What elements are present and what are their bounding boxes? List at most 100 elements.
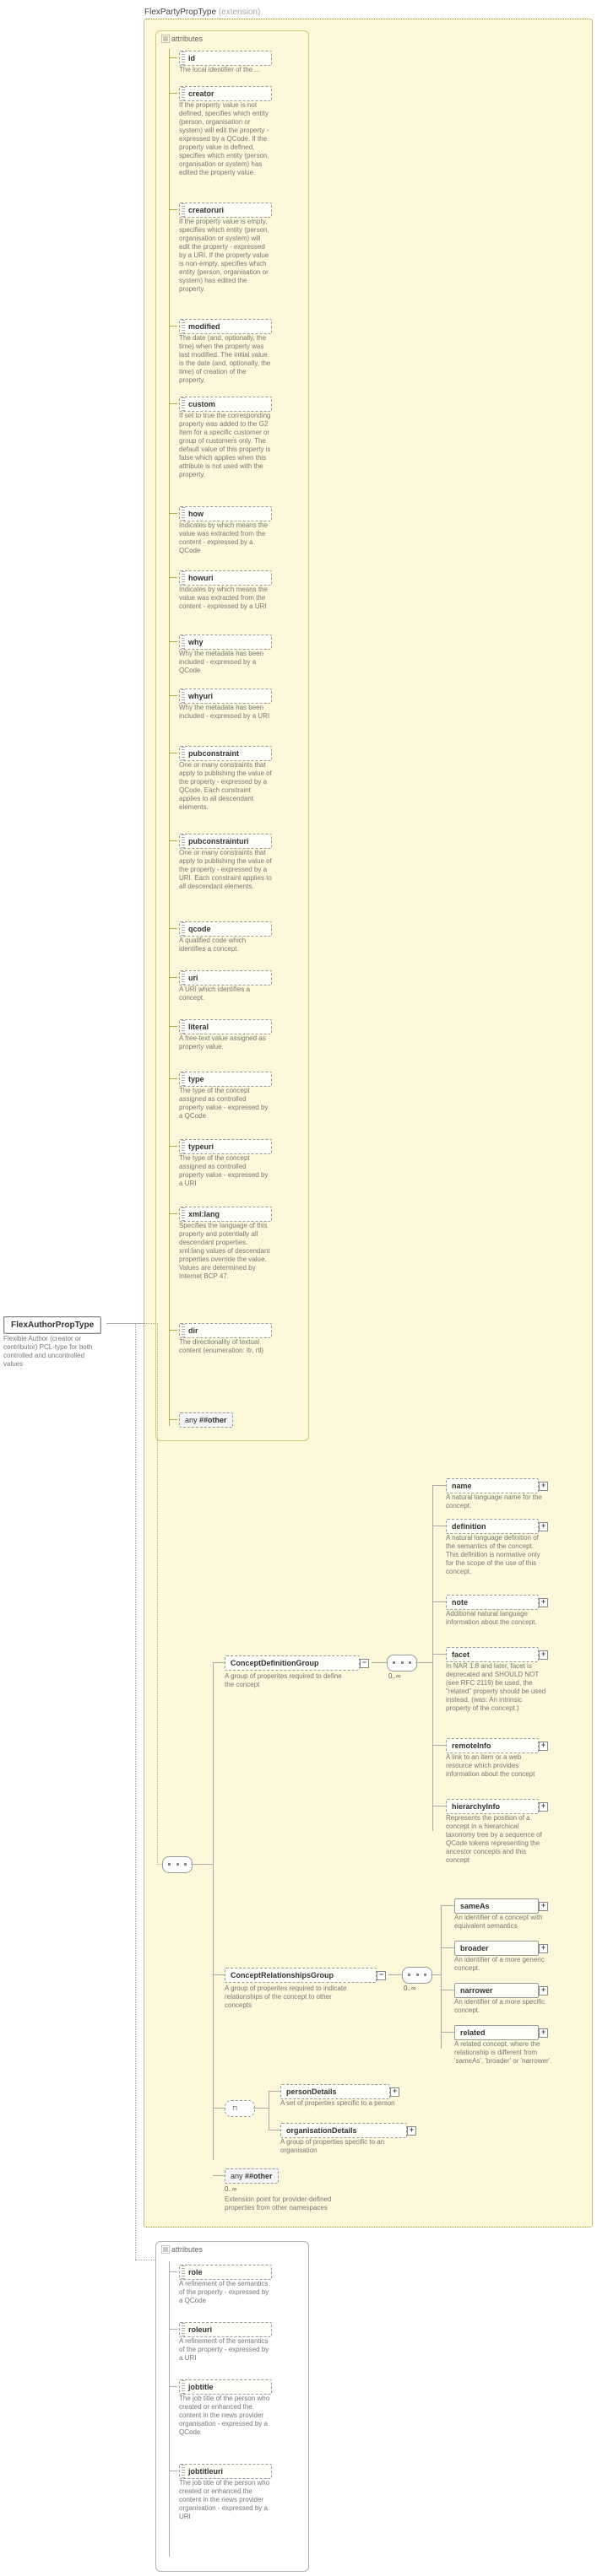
expand-icon[interactable]: − [377, 1971, 386, 1980]
attr-howuri[interactable]: howuri [179, 570, 272, 586]
group-conceptrelationships[interactable]: ConceptRelationshipsGroup − [225, 1968, 377, 1983]
elem-name[interactable]: name + [446, 1478, 539, 1493]
defgroup-card: 0..∞ [388, 1672, 401, 1680]
elem-sameas-desc: An identifier of a concept with equivale… [454, 1914, 556, 1931]
attr-creatoruri[interactable]: creatoruri [179, 203, 272, 218]
sequence-compositor-main[interactable] [162, 1856, 193, 1873]
group-conceptdefinition-desc: A group of properites required to define… [225, 1672, 347, 1689]
attr-xmllang[interactable]: xml:lang [179, 1207, 272, 1222]
elem-sameas[interactable]: sameAs + [454, 1898, 539, 1914]
elem-broader-desc: An identifier of a more generic concept. [454, 1956, 556, 1973]
elem-organisationdetails[interactable]: organisationDetails + [280, 2123, 407, 2138]
expand-icon[interactable]: + [390, 2087, 399, 2097]
choice-compositor[interactable]: ⊓ [225, 2100, 255, 2117]
attr-whyuri[interactable]: whyuri [179, 689, 272, 704]
elem-persondetails[interactable]: personDetails + [280, 2084, 390, 2099]
root-desc: Flexible Author (creator or contributor)… [3, 1335, 103, 1369]
attr-creator[interactable]: creator [179, 86, 272, 101]
attr-role[interactable]: role [179, 2265, 272, 2280]
sequence-defgroup[interactable] [387, 1655, 417, 1671]
elem-facet[interactable]: facet + [446, 1647, 539, 1662]
attr-jobtitle[interactable]: jobtitle [179, 2379, 272, 2395]
attr-id[interactable]: id [179, 51, 272, 66]
attributes-icon [161, 2245, 170, 2254]
elem-note[interactable]: note + [446, 1595, 539, 1610]
attr-type-desc: The type of the concept assigned as cont… [179, 1087, 272, 1121]
attr-typeuri[interactable]: typeuri [179, 1139, 272, 1154]
attr-how-desc: Indicates by which means the value was e… [179, 521, 272, 555]
attr-qcode-desc: A qualified code which identifies a conc… [179, 937, 272, 953]
root-complextype[interactable]: FlexAuthorPropType [3, 1316, 101, 1334]
elem-note-desc: Additional natural language information … [446, 1610, 547, 1627]
elem-hierarchyinfo-desc: Represents the position of a concept in … [446, 1814, 547, 1865]
attr-uri-desc: A URI which identifies a concept. [179, 986, 272, 1002]
attr-creator-desc: If the property value is not defined, sp… [179, 101, 272, 194]
attr-uri[interactable]: uri [179, 970, 272, 986]
attr-custom-desc: If set to true the corresponding propert… [179, 412, 272, 479]
attr-why-desc: Why the metadata has been included - exp… [179, 650, 272, 675]
elem-related[interactable]: related + [454, 2025, 539, 2040]
expand-icon[interactable]: + [539, 1522, 548, 1531]
attr-any-other[interactable]: any ##other [179, 1412, 233, 1428]
group-conceptdefinition[interactable]: ConceptDefinitionGroup − [225, 1655, 360, 1671]
attr-typeuri-desc: The type of the concept assigned as cont… [179, 1154, 272, 1188]
expand-icon[interactable]: + [539, 1742, 548, 1751]
expand-icon[interactable]: + [539, 1598, 548, 1607]
elem-name-desc: A natural language name for the concept. [446, 1493, 547, 1510]
attr-pubconstrainturi-desc: One or many constraints that apply to pu… [179, 849, 272, 891]
elem-hierarchyinfo[interactable]: hierarchyInfo + [446, 1799, 539, 1814]
attr-type[interactable]: type [179, 1072, 272, 1087]
attr-dir-desc: The directionality of textual content (e… [179, 1338, 272, 1355]
any-other-desc: Extension point for provider-defined pro… [225, 2195, 347, 2212]
expand-icon[interactable]: + [539, 1802, 548, 1812]
elem-narrower[interactable]: narrower + [454, 1983, 539, 1998]
attr-how[interactable]: how [179, 506, 272, 521]
elem-facet-desc: In NAR 1.8 and later, facet is deprecate… [446, 1662, 547, 1713]
elem-persondetails-desc: A set of properties specific to a person [280, 2099, 403, 2108]
elem-broader[interactable]: broader + [454, 1941, 539, 1956]
elem-organisationdetails-desc: A group of properties specific to an org… [280, 2138, 403, 2155]
elem-any-other[interactable]: any ##other [225, 2168, 279, 2184]
elem-remoteinfo-desc: A link to an item or a web resource whic… [446, 1753, 547, 1779]
attr-howuri-desc: Indicates by which means the value was e… [179, 586, 272, 611]
expand-icon[interactable]: + [539, 1902, 548, 1911]
attr-whyuri-desc: Why the metadata has been included - exp… [179, 704, 272, 721]
group-conceptrelationships-desc: A group of properites required to indica… [225, 1985, 347, 2010]
attr-modified[interactable]: modified [179, 319, 272, 334]
elem-related-desc: A related concept, where the relationshi… [454, 2040, 556, 2066]
attr-group-title: attributes [171, 35, 203, 43]
expand-icon[interactable]: + [539, 2028, 548, 2038]
attr-role-desc: A refinement of the semantics of the pro… [179, 2280, 272, 2305]
attr-pubconstraint-desc: One or many constraints that apply to pu… [179, 761, 272, 812]
elem-definition-desc: A natural language definition of the sem… [446, 1534, 547, 1576]
attr-why[interactable]: why [179, 635, 272, 650]
attr-pubconstraint[interactable]: pubconstraint [179, 746, 272, 761]
attr-jobtitleuri[interactable]: jobtitleuri [179, 2464, 272, 2479]
expand-icon[interactable]: + [407, 2126, 416, 2136]
expand-icon[interactable]: − [360, 1659, 369, 1668]
expand-icon[interactable]: + [539, 1482, 548, 1491]
attr-xmllang-desc: Specifies the language of this property … [179, 1222, 272, 1281]
expand-icon[interactable]: + [539, 1650, 548, 1660]
attr-literal[interactable]: literal [179, 1019, 272, 1034]
attributes-icon [161, 35, 170, 43]
attr-creatoruri-desc: If the property value is empty, specifie… [179, 218, 272, 311]
elem-narrower-desc: An identifier of a more specific concept… [454, 1998, 556, 2015]
diagram-canvas: FlexAuthorPropType Flexible Author (crea… [0, 0, 597, 2576]
sequence-relgroup[interactable] [402, 1967, 432, 1984]
extension-label: FlexPartyPropType (extension) [144, 8, 260, 17]
elem-remoteinfo[interactable]: remoteInfo + [446, 1738, 539, 1753]
attr-pubconstrainturi[interactable]: pubconstrainturi [179, 834, 272, 849]
any-other-card: 0..∞ [225, 2185, 237, 2193]
elem-definition[interactable]: definition + [446, 1519, 539, 1534]
attr-modified-desc: The date (and, optionally, the time) whe… [179, 334, 272, 385]
attr-dir[interactable]: dir [179, 1323, 272, 1338]
attr-jobtitleuri-desc: The job title of the person who created … [179, 2479, 272, 2521]
attr-id-desc: The local identifier of the ... [179, 66, 272, 74]
root-label: FlexAuthorPropType [11, 1320, 94, 1330]
expand-icon[interactable]: + [539, 1944, 548, 1953]
expand-icon[interactable]: + [539, 1986, 548, 1995]
attr-qcode[interactable]: qcode [179, 921, 272, 937]
attr-custom[interactable]: custom [179, 397, 272, 412]
attr-roleuri[interactable]: roleuri [179, 2322, 272, 2337]
